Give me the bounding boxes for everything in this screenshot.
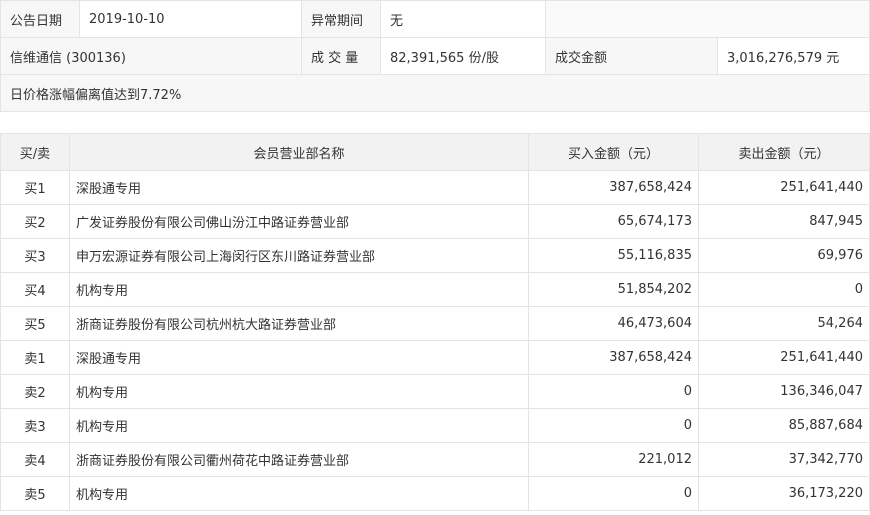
stock-name: 信维通信 (300136) (0, 37, 302, 75)
table-row: 卖2 机构专用 0 136,346,047 (0, 374, 870, 409)
table-row: 买5 浙商证券股份有限公司杭州杭大路证券营业部 46,473,604 54,264 (0, 306, 870, 341)
header-sell-amount: 卖出金额（元） (698, 133, 870, 171)
info-row-volume: 信维通信 (300136) 成 交 量 82,391,565 份/股 成交金额 … (0, 37, 870, 75)
row-sell-amount: 847,945 (698, 204, 870, 239)
row-branch-name: 浙商证券股份有限公司衢州荷花中路证券营业部 (69, 442, 529, 477)
row-buy-amount: 387,658,424 (528, 340, 699, 375)
announcement-date-value: 2019-10-10 (79, 0, 302, 38)
row-buy-amount: 65,674,173 (528, 204, 699, 239)
row-buy-amount: 221,012 (528, 442, 699, 477)
announcement-info-table: 公告日期 2019-10-10 异常期间 无 信维通信 (300136) 成 交… (0, 0, 870, 112)
row-buy-amount: 387,658,424 (528, 170, 699, 205)
row-sell-amount: 85,887,684 (698, 408, 870, 443)
row-branch-name: 机构专用 (69, 272, 529, 307)
row-buy-amount: 0 (528, 476, 699, 511)
row-side: 买3 (0, 238, 70, 273)
header-buy-amount: 买入金额（元） (528, 133, 699, 171)
info-row-date: 公告日期 2019-10-10 异常期间 无 (0, 0, 870, 38)
row-branch-name: 机构专用 (69, 374, 529, 409)
table-row: 卖4 浙商证券股份有限公司衢州荷花中路证券营业部 221,012 37,342,770 (0, 442, 870, 477)
announcement-date-label: 公告日期 (0, 0, 80, 38)
row-branch-name: 浙商证券股份有限公司杭州杭大路证券营业部 (69, 306, 529, 341)
listing-reason: 日价格涨幅偏离值达到7.72% (0, 74, 870, 112)
table-row: 卖1 深股通专用 387,658,424 251,641,440 (0, 340, 870, 375)
volume-label: 成 交 量 (301, 37, 381, 75)
row-sell-amount: 136,346,047 (698, 374, 870, 409)
abnormal-period-value: 无 (380, 0, 546, 38)
row-side: 卖4 (0, 442, 70, 477)
header-side: 买/卖 (0, 133, 70, 171)
row-buy-amount: 0 (528, 408, 699, 443)
row-sell-amount: 54,264 (698, 306, 870, 341)
row-buy-amount: 55,116,835 (528, 238, 699, 273)
table-row: 买1 深股通专用 387,658,424 251,641,440 (0, 170, 870, 205)
row-side: 买2 (0, 204, 70, 239)
abnormal-period-label: 异常期间 (301, 0, 381, 38)
volume-value: 82,391,565 份/股 (380, 37, 546, 75)
row-sell-amount: 0 (698, 272, 870, 307)
trading-seats-table: 买/卖 会员营业部名称 买入金额（元） 卖出金额（元） 买1 深股通专用 387,6… (0, 133, 870, 511)
amount-value: 3,016,276,579 元 (717, 37, 870, 75)
row-branch-name: 机构专用 (69, 408, 529, 443)
row-sell-amount: 251,641,440 (698, 340, 870, 375)
row-side: 买4 (0, 272, 70, 307)
row-sell-amount: 37,342,770 (698, 442, 870, 477)
table-row: 买4 机构专用 51,854,202 0 (0, 272, 870, 307)
row-buy-amount: 46,473,604 (528, 306, 699, 341)
amount-label: 成交金额 (545, 37, 718, 75)
table-header-row: 买/卖 会员营业部名称 买入金额（元） 卖出金额（元） (0, 133, 870, 171)
table-body: 买1 深股通专用 387,658,424 251,641,440 买2 广发证券股份有限公… (0, 170, 870, 511)
row-branch-name: 机构专用 (69, 476, 529, 511)
row-side: 卖5 (0, 476, 70, 511)
row-branch-name: 广发证券股份有限公司佛山汾江中路证券营业部 (69, 204, 529, 239)
table-row: 卖5 机构专用 0 36,173,220 (0, 476, 870, 511)
row-branch-name: 申万宏源证券有限公司上海闵行区东川路证券营业部 (69, 238, 529, 273)
row-buy-amount: 0 (528, 374, 699, 409)
info-row-reason: 日价格涨幅偏离值达到7.72% (0, 74, 870, 112)
row-sell-amount: 251,641,440 (698, 170, 870, 205)
row-buy-amount: 51,854,202 (528, 272, 699, 307)
row-side: 买1 (0, 170, 70, 205)
row-side: 卖2 (0, 374, 70, 409)
header-branch-name: 会员营业部名称 (69, 133, 529, 171)
row-sell-amount: 36,173,220 (698, 476, 870, 511)
row-sell-amount: 69,976 (698, 238, 870, 273)
row-branch-name: 深股通专用 (69, 340, 529, 375)
table-row: 买2 广发证券股份有限公司佛山汾江中路证券营业部 65,674,173 847,945 (0, 204, 870, 239)
table-row: 卖3 机构专用 0 85,887,684 (0, 408, 870, 443)
table-row: 买3 申万宏源证券有限公司上海闵行区东川路证券营业部 55,116,835 69,97… (0, 238, 870, 273)
row-side: 买5 (0, 306, 70, 341)
row-side: 卖3 (0, 408, 70, 443)
row-branch-name: 深股通专用 (69, 170, 529, 205)
info-empty-cell (545, 0, 870, 38)
row-side: 卖1 (0, 340, 70, 375)
